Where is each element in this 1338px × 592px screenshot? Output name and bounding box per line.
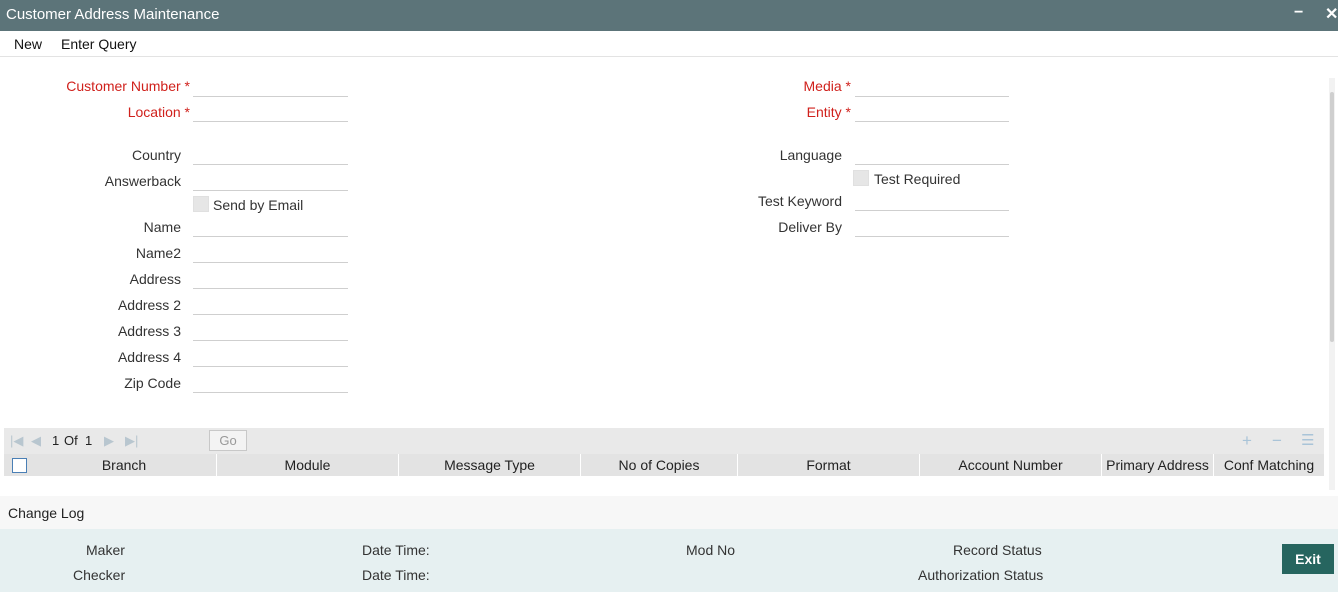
address2-field[interactable] [193,293,348,315]
column-conf-matching[interactable]: Conf Matching [1214,454,1324,476]
country-field[interactable] [193,143,348,165]
column-branch[interactable]: Branch [32,454,217,476]
country-label: Country [131,147,181,163]
zip-code-field[interactable] [193,371,348,393]
test-required-label: Test Required [874,171,961,187]
page-of-label: Of [64,433,78,448]
column-module[interactable]: Module [217,454,399,476]
title-bar: Customer Address Maintenance − ✕ [0,0,1338,31]
grid-header: Branch Module Message Type No of Copies … [4,454,1324,476]
change-log-bar: Change Log [0,496,1338,529]
close-icon[interactable]: ✕ [1325,4,1338,24]
checker-label: Checker [73,567,126,583]
exit-button[interactable]: Exit [1282,544,1334,574]
window-title: Customer Address Maintenance [6,6,220,23]
location-field[interactable] [193,100,348,122]
language-label: Language [779,147,842,163]
menu-bar: New Enter Query [0,31,1338,57]
deliver-by-field[interactable] [855,215,1009,237]
answerback-label: Answerback [104,173,181,189]
maker-label: Maker [86,542,125,558]
answerback-field[interactable] [193,169,348,191]
add-row-icon[interactable]: + [1242,431,1252,451]
name2-field[interactable] [193,241,348,263]
enter-query-button[interactable]: Enter Query [61,36,136,52]
grid-toolbar: |◀ ◀ 1 Of 1 ▶ ▶| Go + − ☰ [4,428,1324,454]
address4-label: Address 4 [117,349,181,365]
name2-label: Name2 [135,245,181,261]
column-no-of-copies[interactable]: No of Copies [581,454,738,476]
change-log-label[interactable]: Change Log [8,505,84,521]
test-required-checkbox[interactable] [853,170,869,186]
address4-field[interactable] [193,345,348,367]
column-format[interactable]: Format [738,454,920,476]
entity-field[interactable] [855,100,1009,122]
address-label: Address [129,271,181,287]
single-view-icon[interactable]: ☰ [1301,431,1314,449]
scrollbar-thumb[interactable] [1330,92,1334,342]
last-page-icon[interactable]: ▶| [125,433,138,449]
page-current: 1 [52,433,60,448]
maker-date-time-label: Date Time: [362,542,430,558]
media-field[interactable] [855,75,1009,97]
audit-panel: Maker Checker Date Time: Date Time: Mod … [0,529,1338,592]
address-field[interactable] [193,267,348,289]
authorization-status-label: Authorization Status [918,567,1044,583]
customer-number-field[interactable] [193,75,348,97]
column-primary-address[interactable]: Primary Address [1102,454,1214,476]
new-button[interactable]: New [14,36,42,52]
select-all-checkbox[interactable] [12,458,27,473]
test-keyword-field[interactable] [855,189,1009,211]
record-status-label: Record Status [953,542,1042,558]
deliver-by-label: Deliver By [778,219,842,235]
name-field[interactable] [193,215,348,237]
customer-number-label: Customer Number * [66,78,190,94]
go-button[interactable]: Go [209,430,247,451]
test-keyword-label: Test Keyword [757,193,842,209]
location-label: Location * [127,104,190,120]
prev-page-icon[interactable]: ◀ [31,433,41,449]
address2-label: Address 2 [117,297,181,313]
send-by-email-label: Send by Email [213,197,304,213]
entity-label: Entity * [806,104,851,120]
column-account-number[interactable]: Account Number [920,454,1102,476]
address3-field[interactable] [193,319,348,341]
page-number-input[interactable] [157,431,207,451]
minimize-icon[interactable]: − [1294,4,1303,22]
address3-label: Address 3 [117,323,181,339]
zip-code-label: Zip Code [124,375,181,391]
send-by-email-checkbox[interactable] [193,196,209,212]
name-label: Name [143,219,181,235]
media-label: Media * [803,78,851,94]
first-page-icon[interactable]: |◀ [10,433,23,449]
language-field[interactable] [855,143,1009,165]
checker-date-time-label: Date Time: [362,567,430,583]
next-page-icon[interactable]: ▶ [104,433,114,449]
mod-no-label: Mod No [686,542,736,558]
column-message-type[interactable]: Message Type [399,454,581,476]
delete-row-icon[interactable]: − [1272,431,1282,451]
form-area: Customer Number * Location * Country Ans… [0,58,1338,428]
page-total: 1 [85,433,93,448]
